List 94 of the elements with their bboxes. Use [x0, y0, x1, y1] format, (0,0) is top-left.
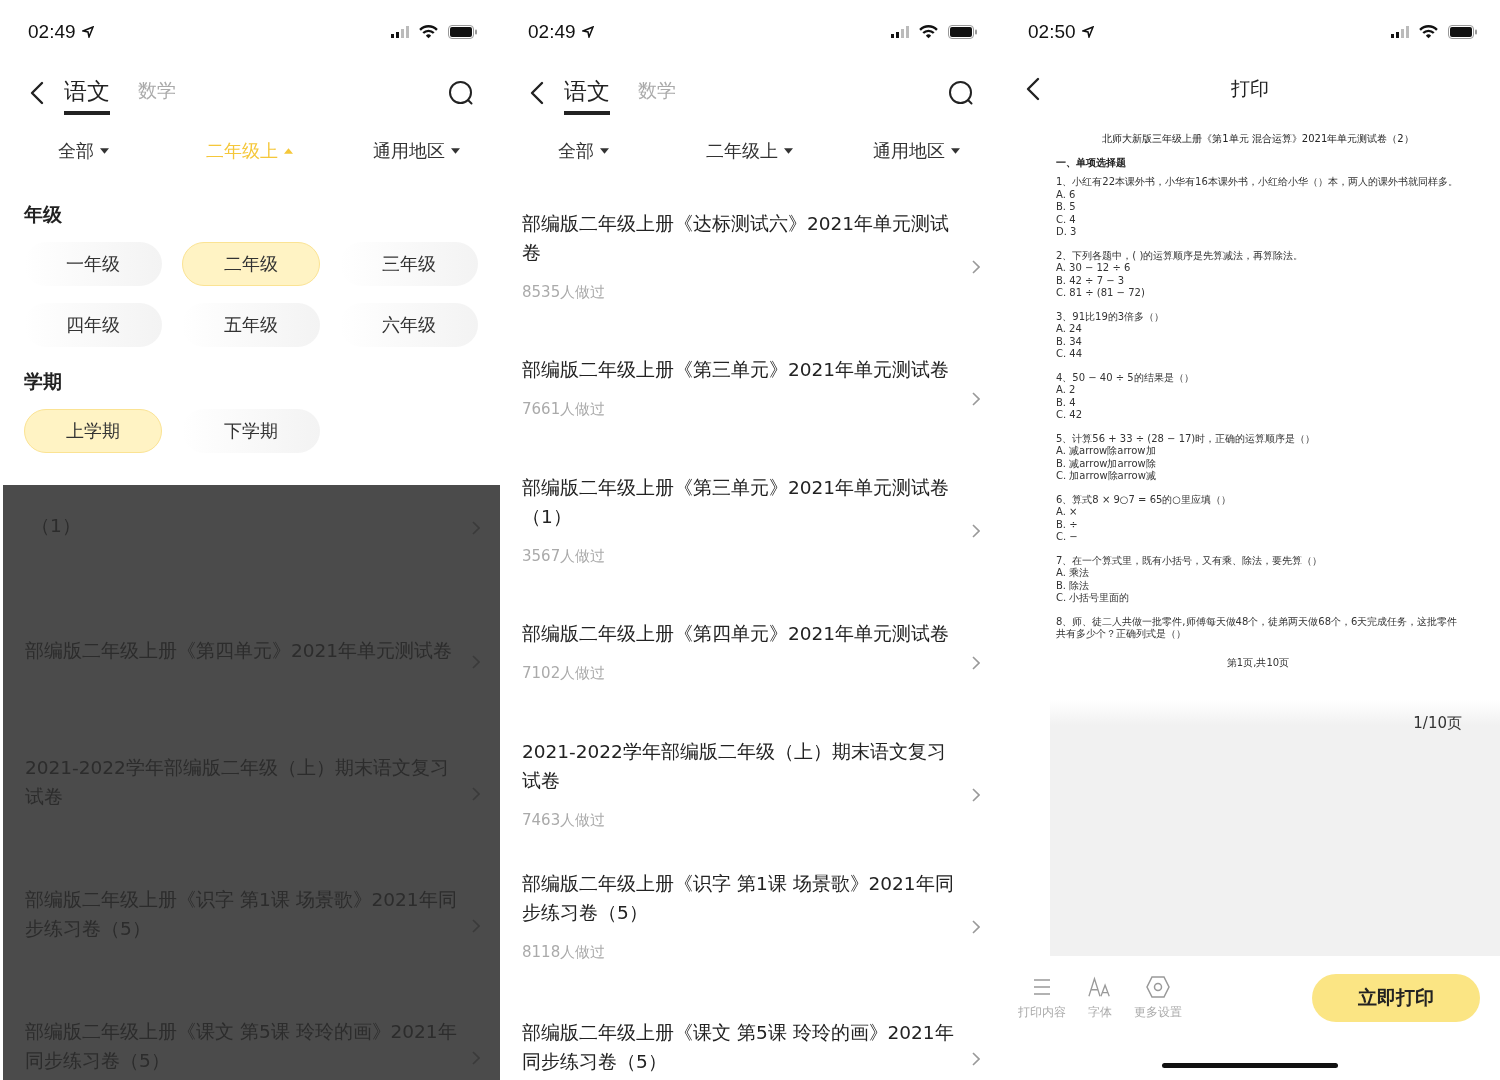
page-indicator: 1/10页 — [1413, 713, 1462, 733]
filter-group-title: 学期 — [24, 369, 62, 394]
filter-dropdown[interactable]: 通用地区 — [873, 139, 961, 163]
document-title: 北师大新版三年级上册《第1单元 混合运算》2021年单元测试卷（2） — [1102, 132, 1414, 146]
answer-option: A. 减arrow除arrow加 — [1056, 445, 1156, 458]
question-text: 8、师、徒二人共做一批零件,师傅每天做48个，徒弟两天做68个，6天完成任务，这批零件共有多少个？正确列式是（） — [1056, 615, 1459, 641]
answer-option: A. 24 — [1056, 323, 1082, 336]
signal-icon — [1391, 26, 1409, 38]
filter-option[interactable]: 上学期 — [24, 409, 162, 453]
question-text: 7、在一个算式里，既有小括号，又有乘、除法，要先算（） — [1056, 554, 1323, 567]
paper-title[interactable]: 部编版二年级上册《达标测试六》2021年单元测试卷 — [522, 208, 962, 267]
chevron-right-icon[interactable] — [972, 788, 980, 802]
location-arrow-icon — [581, 26, 594, 38]
chevron-right-icon[interactable] — [972, 392, 980, 406]
answer-option: B. 减arrow加arrow除 — [1056, 457, 1156, 470]
location-arrow-icon — [1081, 26, 1094, 38]
filter-dropdown[interactable]: 全部 — [557, 139, 609, 163]
signal-icon — [391, 26, 409, 38]
chevron-right-icon[interactable] — [972, 524, 980, 538]
answer-option: B. 除法 — [1056, 579, 1090, 592]
filter-dropdown[interactable]: 全部 — [57, 139, 109, 163]
attempt-count: 7463人做过 — [522, 810, 607, 830]
answer-option: C. 42 — [1056, 409, 1083, 422]
caret-icon[interactable] — [951, 148, 961, 154]
subject-tab[interactable]: 语文 — [64, 71, 110, 115]
page-footer: 第1页,共10页 — [1226, 655, 1290, 670]
question-text: 6、算式8 × 9○7 = 65的○里应填（） — [1056, 493, 1232, 506]
answer-option: B. 4 — [1056, 396, 1076, 409]
page-title: 打印 — [1231, 76, 1269, 101]
search-icon[interactable] — [948, 80, 974, 106]
wifi-icon — [419, 25, 438, 39]
wifi-icon — [919, 25, 938, 39]
paper-title[interactable]: 部编版二年级上册《第四单元》2021年单元测试卷 — [522, 619, 962, 648]
filter-dropdown[interactable]: 二年级上 — [706, 139, 794, 163]
wifi-icon — [1419, 25, 1438, 39]
back-icon[interactable] — [30, 81, 44, 105]
question-text: 3、91比19的3倍多（） — [1056, 310, 1165, 323]
battery-icon — [448, 25, 478, 39]
status-time: 02:49 — [28, 21, 76, 43]
caret-icon[interactable] — [784, 148, 794, 154]
answer-option: B. 5 — [1056, 201, 1076, 214]
section-heading: 一、单项选择题 — [1056, 156, 1126, 170]
attempt-count: 3567人做过 — [522, 546, 607, 566]
status-time: 02:49 — [528, 21, 576, 43]
signal-icon — [891, 26, 909, 38]
font-icon — [1088, 975, 1112, 998]
question-text: 5、计算56 + 33 ÷ (28 − 17)时，正确的运算顺序是（） — [1056, 432, 1316, 445]
answer-option: C. 加arrow除arrow减 — [1056, 470, 1156, 483]
question-text: 4、50 − 40 ÷ 5的结果是（） — [1056, 371, 1194, 384]
print-button[interactable]: 立即打印 — [1312, 974, 1480, 1022]
answer-option: C. − — [1056, 531, 1078, 544]
answer-option: A. 乘法 — [1056, 567, 1090, 580]
chevron-right-icon[interactable] — [972, 1052, 980, 1066]
answer-option: C. 4 — [1056, 213, 1076, 226]
location-arrow-icon — [81, 26, 94, 38]
attempt-count: 7102人做过 — [522, 664, 607, 683]
answer-option: B. ÷ — [1056, 518, 1078, 531]
battery-icon — [1448, 25, 1478, 39]
paper-title[interactable]: 部编版二年级上册《课文 第5课 玲玲的画》2021年同步练习卷（5） — [522, 1018, 962, 1076]
filter-group-title: 年级 — [24, 202, 62, 227]
answer-option: A. 30 − 12 ÷ 6 — [1056, 262, 1131, 275]
settings-icon — [1146, 975, 1170, 998]
back-icon[interactable] — [530, 81, 544, 105]
answer-option: C. 小括号里面的 — [1056, 592, 1130, 605]
battery-icon — [948, 25, 978, 39]
answer-option: B. 34 — [1056, 335, 1082, 348]
paper-title[interactable]: 部编版二年级上册《识字 第1课 场景歌》2021年同步练习卷（5） — [522, 868, 962, 927]
answer-option: B. 42 ÷ 7 − 3 — [1056, 274, 1125, 287]
chevron-right-icon[interactable] — [972, 260, 980, 274]
caret-icon[interactable] — [599, 148, 609, 154]
answer-option: C. 44 — [1056, 348, 1083, 361]
question-text: 2、下列各题中，( )的运算顺序是先算减法，再算除法。 — [1056, 249, 1304, 262]
paper-title[interactable]: 部编版二年级上册《第三单元》2021年单元测试卷（1） — [522, 472, 962, 531]
filter-option[interactable]: 二年级 — [182, 242, 320, 286]
caret-icon[interactable] — [451, 148, 461, 154]
attempt-count: 7661人做过 — [522, 400, 607, 419]
paper-title[interactable]: 部编版二年级上册《第三单元》2021年单元测试卷 — [522, 355, 962, 384]
question-text: 1、小红有22本课外书，小华有16本课外书，小红给小华（）本，两人的课外书就同样多。 — [1056, 176, 1458, 189]
chevron-right-icon[interactable] — [972, 656, 980, 670]
attempt-count: 8118人做过 — [522, 942, 607, 962]
caret-icon[interactable] — [99, 148, 109, 154]
subject-tab[interactable]: 语文 — [564, 71, 610, 115]
answer-option: A. × — [1056, 506, 1078, 519]
status-time: 02:50 — [1028, 21, 1076, 43]
answer-option: A. 6 — [1056, 188, 1076, 201]
answer-option: C. 81 ÷ (81 − 72) — [1056, 287, 1145, 300]
back-icon[interactable] — [1026, 77, 1040, 101]
answer-option: A. 2 — [1056, 384, 1076, 397]
search-icon[interactable] — [448, 80, 474, 106]
paper-title[interactable]: 2021-2022学年部编版二年级（上）期末语文复习试卷 — [522, 736, 962, 795]
filter-dropdown[interactable]: 通用地区 — [373, 139, 461, 163]
answer-option: D. 3 — [1056, 226, 1077, 239]
chevron-right-icon[interactable] — [972, 920, 980, 934]
attempt-count: 8535人做过 — [522, 282, 607, 302]
